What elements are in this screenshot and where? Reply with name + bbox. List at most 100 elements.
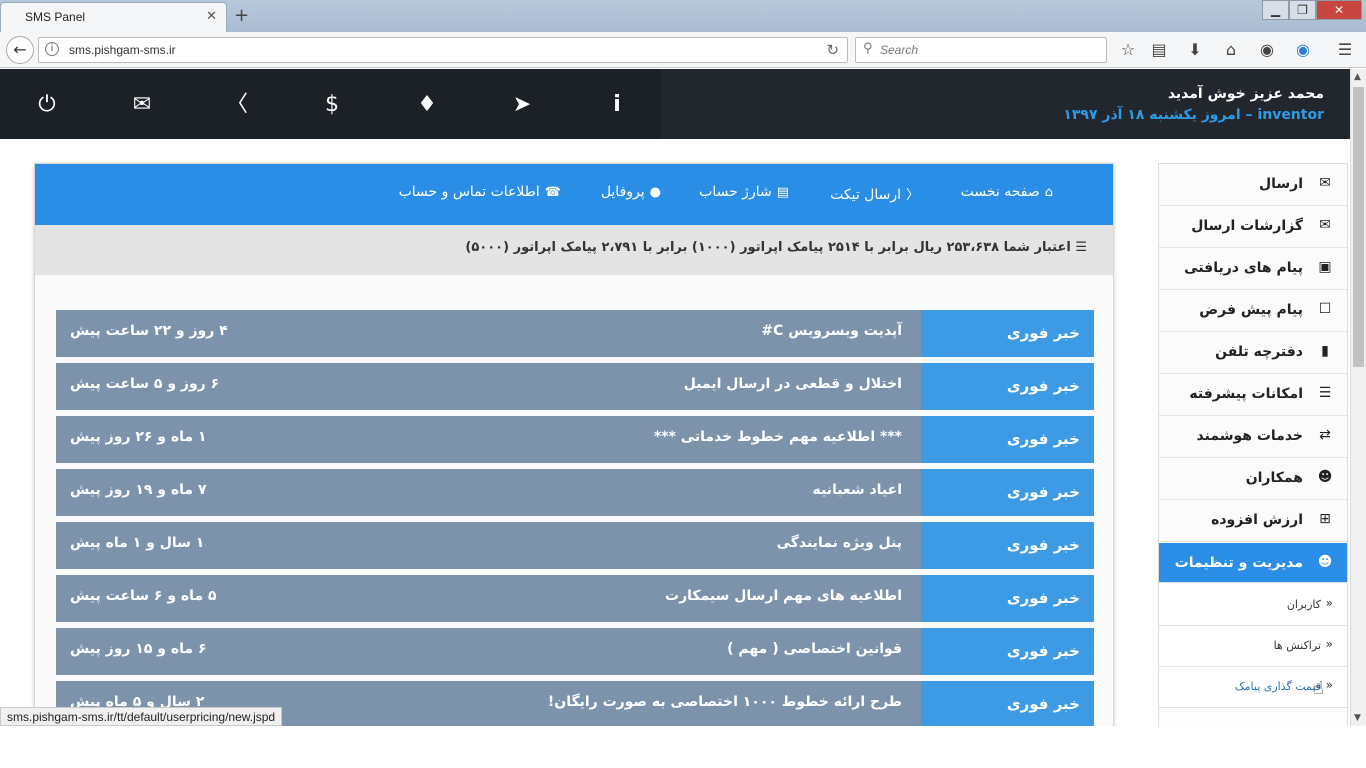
sidebar-item-send[interactable]: ✉ ارسال xyxy=(1159,164,1347,206)
user-greeting: محمد عزیز خوش آمدید inventor – امروز یکش… xyxy=(662,69,1366,139)
news-badge: خبر فوری xyxy=(921,310,1094,357)
window-close-button[interactable]: ✕ xyxy=(1316,0,1362,20)
list-icon: ☰ xyxy=(1318,385,1332,401)
reload-icon[interactable]: ↻ xyxy=(826,41,839,59)
news-row[interactable]: خبر فوری پنل ویژه نمایندگی ۱ سال و ۱ ماه… xyxy=(56,522,1094,569)
news-row[interactable]: خبر فوری *** اطلاعیه مهم خطوط خدماتی ***… xyxy=(56,416,1094,463)
browser-tab[interactable]: SMS Panel ✕ xyxy=(0,2,227,32)
date-line: inventor – امروز یکشنبه ۱۸ آذر ۱۳۹۷ xyxy=(1063,107,1324,123)
news-row[interactable]: خبر فوری اطلاعیه های مهم ارسال سیمکارت ۵… xyxy=(56,575,1094,622)
database-icon: ☰ xyxy=(1070,240,1087,255)
power-icon[interactable]: ⏻ xyxy=(32,93,62,117)
retweet-icon: ⇄ xyxy=(1319,427,1331,443)
hand-cursor-icon: ☝ xyxy=(1313,678,1324,699)
chevron-icon: » xyxy=(1325,637,1333,651)
sidebar-item-send-reports[interactable]: ✉ گزارشات ارسال xyxy=(1159,206,1347,248)
news-time: ۱ سال و ۱ ماه پیش xyxy=(70,535,205,551)
minimize-button[interactable]: ▁ xyxy=(1262,0,1289,20)
sidebar-item-advanced[interactable]: ☰ امکانات پیشرفته xyxy=(1159,374,1347,416)
news-title[interactable]: اطلاعیه های مهم ارسال سیمکارت xyxy=(665,588,902,604)
news-row[interactable]: خبر فوری قوانین اختصاصی ( مهم ) ۶ ماه و … xyxy=(56,628,1094,675)
maximize-button[interactable]: ❐ xyxy=(1289,0,1316,20)
news-badge: خبر فوری xyxy=(921,522,1094,569)
book-icon: ▮ xyxy=(1321,343,1329,359)
user-tie-icon: ☻ xyxy=(1317,469,1333,485)
news-title[interactable]: طرح ارائه خطوط ۱۰۰۰ اختصاصی به صورت رایگ… xyxy=(548,694,902,710)
scroll-thumb[interactable] xyxy=(1353,87,1364,367)
dollar-icon[interactable]: $ xyxy=(317,93,347,117)
welcome-text: محمد عزیز خوش آمدید xyxy=(1167,86,1324,102)
app-header: محمد عزیز خوش آمدید inventor – امروز یکش… xyxy=(0,69,1366,139)
search-input[interactable]: Search xyxy=(880,43,918,57)
home-icon: ⌂ xyxy=(1044,185,1053,200)
sidebar-item-smart-services[interactable]: ⇄ خدمات هوشمند xyxy=(1159,416,1347,458)
sidebar-subitem-users[interactable]: » کاربران xyxy=(1159,585,1347,626)
scroll-up-arrow[interactable]: ▲ xyxy=(1354,72,1361,82)
page-scrollbar[interactable]: ▲ ▼ xyxy=(1350,69,1366,726)
url-bar[interactable]: i sms.pishgam-sms.ir ↻ xyxy=(38,37,848,63)
back-button[interactable]: ← xyxy=(6,36,34,64)
url-text[interactable]: sms.pishgam-sms.ir xyxy=(69,43,176,57)
extension-icon[interactable]: ◉ xyxy=(1292,40,1314,60)
news-time: ۱ ماه و ۲۶ روز پیش xyxy=(70,429,207,445)
news-title[interactable]: پنل ویژه نمایندگی xyxy=(777,535,902,551)
news-badge: خبر فوری xyxy=(921,681,1094,728)
ticket-icon[interactable]: 〈 xyxy=(222,93,252,117)
sidebar-item-management[interactable]: ☻ مدیریت و تنظیمات xyxy=(1159,543,1347,583)
news-badge: خبر فوری xyxy=(921,469,1094,516)
chevron-icon: » xyxy=(1325,678,1333,692)
link-status-bar: sms.pishgam-sms.ir/tt/default/userpricin… xyxy=(0,707,283,726)
envelope-icon: ✉ xyxy=(1319,175,1331,191)
info-icon[interactable]: i xyxy=(602,93,632,117)
news-title[interactable]: قوانین اختصاصی ( مهم ) xyxy=(727,641,902,657)
news-time: ۷ ماه و ۱۹ روز پیش xyxy=(70,482,207,498)
user-icon: ● xyxy=(649,185,661,200)
new-tab-button[interactable]: + xyxy=(234,5,249,26)
scroll-down-arrow[interactable]: ▼ xyxy=(1354,713,1361,723)
envelope-outline-icon: ✉ xyxy=(1319,217,1331,233)
news-badge: خبر فوری xyxy=(921,363,1094,410)
nav-home[interactable]: ⌂صفحه نخست xyxy=(961,184,1053,200)
menu-icon[interactable]: ☰ xyxy=(1334,40,1356,60)
news-badge: خبر فوری xyxy=(921,416,1094,463)
pocket-icon[interactable]: ◉ xyxy=(1256,40,1278,60)
sidebar-item-default-message[interactable]: ☐ پیام پیش فرض xyxy=(1159,290,1347,332)
news-row[interactable]: خبر فوری اختلال و قطعی در ارسال ایمیل ۶ … xyxy=(56,363,1094,410)
nav-contact[interactable]: ☎اطلاعات تماس و حساب xyxy=(399,184,561,200)
nav-charge[interactable]: ▤شارژ حساب xyxy=(699,184,789,200)
phone-icon: ☎ xyxy=(544,185,561,200)
bookmark-star-icon[interactable]: ☆ xyxy=(1117,40,1139,60)
news-title[interactable]: اختلال و قطعی در ارسال ایمیل xyxy=(684,376,902,392)
news-title[interactable]: اعیاد شعبانیه xyxy=(813,482,903,498)
nav-ticket[interactable]: 〈ارسال تیکت xyxy=(830,184,919,203)
top-navigation: ⌂صفحه نخست 〈ارسال تیکت ▤شارژ حساب ●پروفا… xyxy=(35,164,1113,225)
site-info-icon[interactable]: i xyxy=(45,42,59,56)
sidebar-item-partners[interactable]: ☻ همکاران xyxy=(1159,458,1347,500)
news-title[interactable]: *** اطلاعیه مهم خطوط خدماتی *** xyxy=(654,429,902,445)
send-icon[interactable]: ➤ xyxy=(507,93,537,117)
home-icon[interactable]: ⌂ xyxy=(1220,40,1242,60)
nav-profile[interactable]: ●پروفایل xyxy=(601,184,661,200)
sidebar-subitem-transactions[interactable]: » تراکنش ها xyxy=(1159,626,1347,667)
username[interactable]: inventor xyxy=(1257,107,1324,123)
sidebar-item-phonebook[interactable]: ▮ دفترچه تلفن xyxy=(1159,332,1347,374)
news-badge: خبر فوری xyxy=(921,628,1094,675)
sidebar-item-inbox[interactable]: ▣ پیام های دریافتی xyxy=(1159,248,1347,290)
search-bar[interactable]: ⚲ Search xyxy=(855,37,1107,63)
bell-icon[interactable]: ♦ xyxy=(412,93,442,117)
tab-close-icon[interactable]: ✕ xyxy=(206,9,217,24)
sidebar-item-value-added[interactable]: ⊞ ارزش افزوده xyxy=(1159,500,1347,542)
mail-icon[interactable]: ✉ xyxy=(127,93,157,117)
news-time: ۶ روز و ۵ ساعت پیش xyxy=(70,376,220,392)
news-row[interactable]: خبر فوری آپدیت وبسرویس C# ۴ روز و ۲۲ ساع… xyxy=(56,310,1094,357)
page-bottom xyxy=(0,726,1366,768)
credit-bar: ☰ اعتبار شما ۲۵۳،۶۳۸ ریال برابر با ۲۵۱۴ … xyxy=(35,225,1113,275)
news-time: ۴ روز و ۲۲ ساعت پیش xyxy=(70,323,228,339)
users-icon: ☻ xyxy=(1317,554,1333,570)
news-row[interactable]: خبر فوری اعیاد شعبانیه ۷ ماه و ۱۹ روز پی… xyxy=(56,469,1094,516)
news-title[interactable]: آپدیت وبسرویس C# xyxy=(761,323,902,339)
download-icon[interactable]: ⬇ xyxy=(1184,40,1206,60)
square-icon: ☐ xyxy=(1318,301,1332,317)
reading-list-icon[interactable]: ▤ xyxy=(1148,40,1170,60)
chevron-icon: » xyxy=(1325,596,1333,610)
